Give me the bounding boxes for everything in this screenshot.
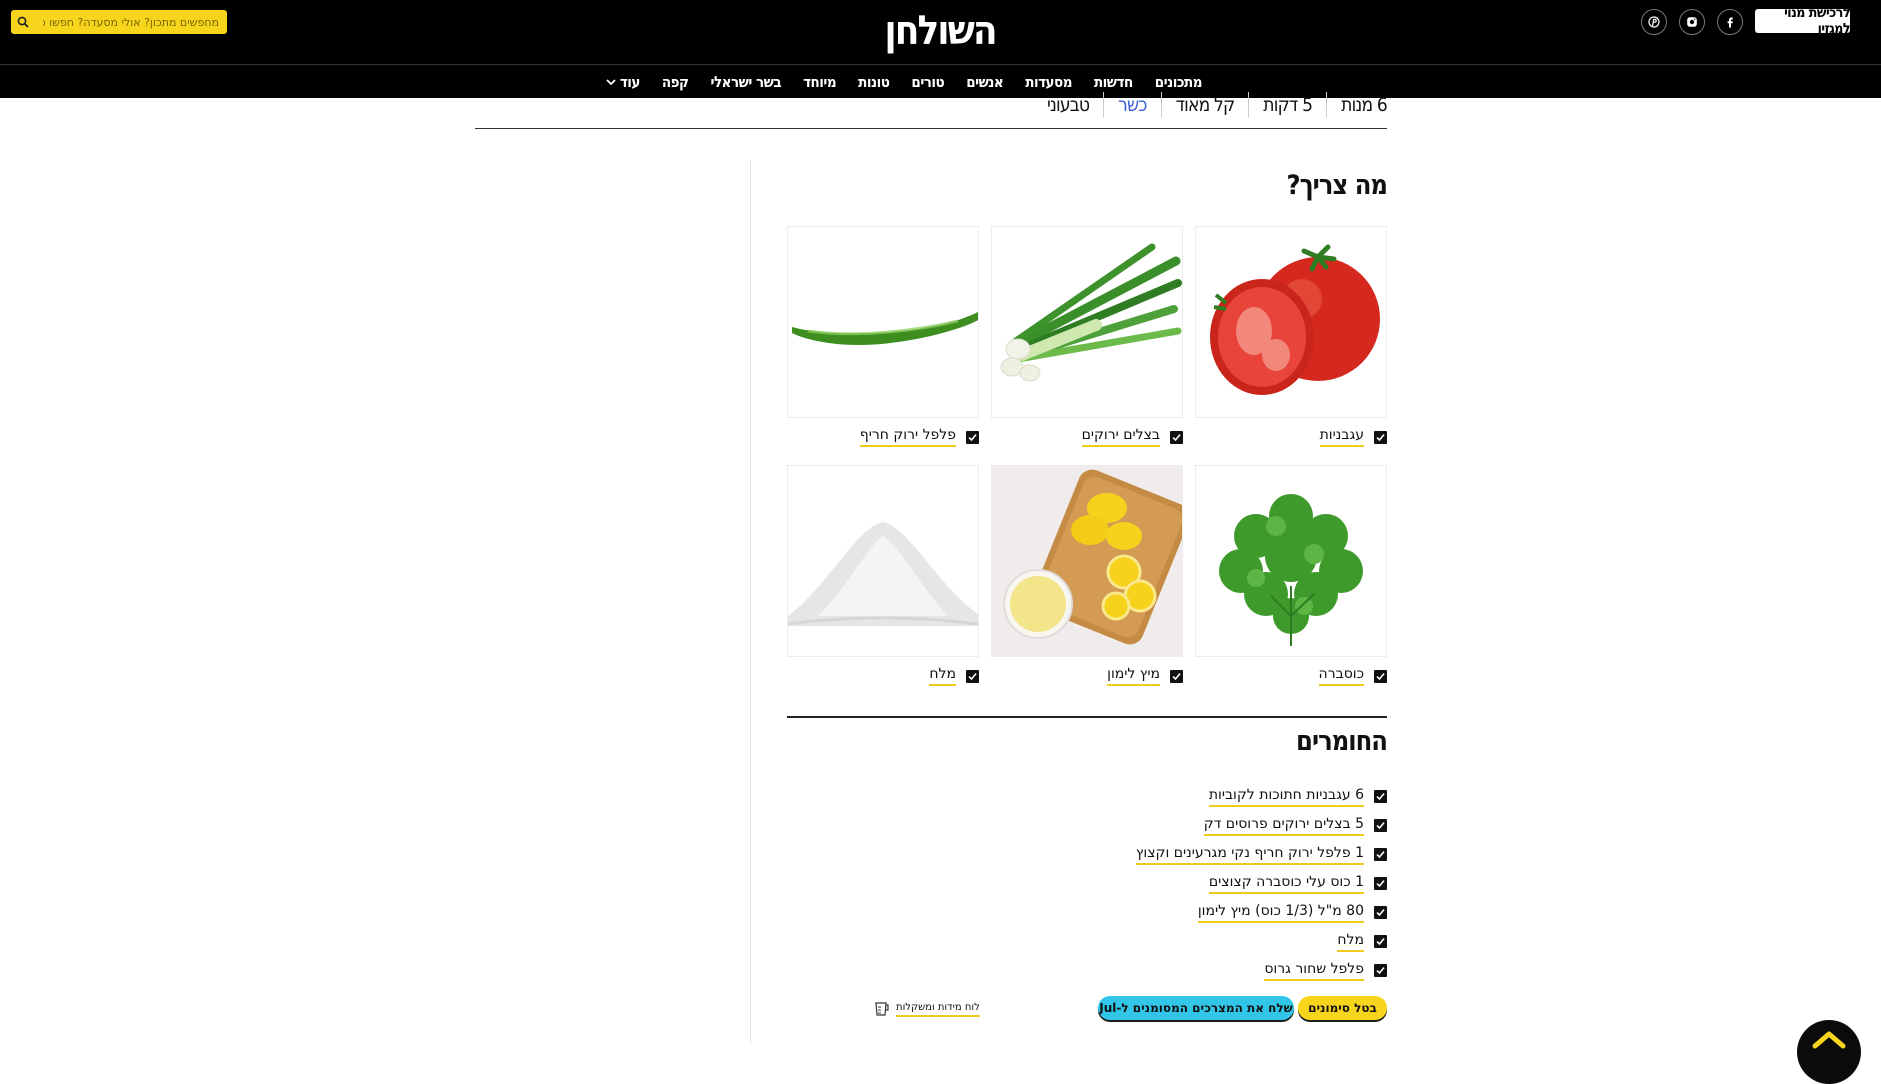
tomato-image [1195,226,1387,418]
list-item: 1 כוס עלי כוסברה קצוצים [1136,869,1387,898]
measuring-cup-icon [875,1002,889,1016]
tags-divider [475,128,1387,129]
search-input[interactable] [35,10,227,34]
ingredient-text[interactable]: 1 פלפל ירוק חריף נקי מגרעינים וקצוץ [1135,845,1364,865]
clear-selection-button[interactable]: בטל סימונים [1298,996,1387,1020]
checkbox-checked-icon[interactable] [966,430,979,444]
nav-item-coffee[interactable]: קפה [651,73,700,91]
pinterest-icon[interactable] [1641,9,1667,35]
ingredients-title: החומרים [1296,726,1388,757]
list-item: פלפל שחור גרוס [1136,956,1387,985]
nav-item-news[interactable]: חדשות [1083,73,1144,91]
tag-time[interactable]: 5 דקות [1248,92,1326,118]
measurements-label: לוח מידות ומשקלות [896,1002,980,1017]
lemon-juice-image [991,465,1183,657]
nav-item-people[interactable]: אנשים [955,73,1014,91]
tag-vegan[interactable]: טבעוני [1033,92,1103,118]
salt-image [787,465,979,657]
checkbox-checked-icon[interactable] [1374,877,1387,890]
scroll-to-top-button[interactable] [1797,1020,1861,1084]
ingredient-label: מלח [929,666,979,686]
ingredient-card-salt[interactable]: מלח [787,465,979,686]
ingredient-card-lemon-juice[interactable]: מיץ לימון [991,465,1183,686]
ingredient-text[interactable]: 6 עגבניות חתוכות לקוביות [1208,787,1364,807]
checkbox-checked-icon[interactable] [1170,669,1183,683]
nav-more-label: עוד [619,72,641,91]
measurements-link[interactable]: לוח מידות ומשקלות [872,1000,980,1018]
ingredient-card-tomatoes[interactable]: עגבניות [1195,226,1387,447]
sidebar-divider [750,160,751,1044]
list-item: 80 מ"ל (1/3 כוס) מיץ לימון [1136,898,1387,927]
checkbox-checked-icon[interactable] [1374,848,1387,861]
chevron-down-icon [606,78,616,85]
checkbox-checked-icon[interactable] [1374,819,1387,832]
recipe-tags: 6 מנות 5 דקות קל מאוד כשר טבעוני [1033,90,1388,120]
search-bar[interactable] [11,10,227,34]
ingredient-label: כוסברה [1318,666,1387,686]
subscribe-button[interactable]: לרכישת מנוי למגזין [1755,5,1851,37]
ingredient-link[interactable]: פלפל ירוק חריף [859,427,956,447]
ingredient-label: מיץ לימון [1107,666,1183,686]
ingredient-link[interactable]: עגבניות [1319,427,1364,447]
ingredient-text[interactable]: פלפל שחור גרוס [1264,961,1364,981]
nav-item-israeli-meat[interactable]: בשר ישראלי [700,73,793,91]
checkbox-checked-icon[interactable] [1374,964,1387,977]
main-nav: מתכונים חדשות מסעדות אנשים טורים טונות מ… [0,64,1881,98]
nav-item-tonot[interactable]: טונות [847,73,900,91]
list-item: 6 עגבניות חתוכות לקוביות [1136,782,1387,811]
checkbox-checked-icon[interactable] [1374,430,1387,444]
instagram-icon[interactable] [1679,9,1705,35]
top-header: השולחן לרכישת מנוי למגזין [0,0,1881,64]
ingredients-divider [787,716,1387,718]
checkbox-checked-icon[interactable] [1374,935,1387,948]
ingredient-label: בצלים ירוקים [1081,427,1183,447]
nav-item-restaurants[interactable]: מסעדות [1014,73,1083,91]
list-item: 5 בצלים ירוקים פרוסים דק [1136,811,1387,840]
facebook-icon[interactable] [1717,9,1743,35]
tag-servings[interactable]: 6 מנות [1326,92,1388,118]
cilantro-image [1195,465,1387,657]
ingredients-list: 6 עגבניות חתוכות לקוביות 5 בצלים ירוקים … [1135,782,1387,985]
list-item: מלח [1136,927,1387,956]
ingredient-link[interactable]: מיץ לימון [1107,666,1160,686]
nav-item-special[interactable]: מיוחד [792,73,847,91]
ingredient-card-chili[interactable]: פלפל ירוק חריף [787,226,979,447]
what-needed-title: מה צריך? [1286,170,1388,201]
ingredient-text[interactable]: 1 כוס עלי כוסברה קצוצים [1208,874,1364,894]
checkbox-checked-icon[interactable] [1170,430,1183,444]
ingredient-text[interactable]: 5 בצלים ירוקים פרוסים דק [1203,816,1364,836]
nav-item-more[interactable]: עוד [595,73,651,91]
ingredient-card-green-onions[interactable]: בצלים ירוקים [991,226,1183,447]
send-to-jul-button[interactable]: שלח את המצרכים המסומנים ל-Jul [1098,996,1294,1020]
search-icon[interactable] [11,10,35,34]
chevron-up-icon [1812,1031,1846,1049]
ingredient-link[interactable]: מלח [929,666,956,686]
tag-kosher[interactable]: כשר [1103,92,1160,118]
tag-difficulty[interactable]: קל מאוד [1160,92,1249,118]
site-logo[interactable]: השולחן [880,6,1000,56]
list-item: 1 פלפל ירוק חריף נקי מגרעינים וקצוץ [1135,840,1387,869]
ingredient-card-cilantro[interactable]: כוסברה [1195,465,1387,686]
ingredient-text[interactable]: 80 מ"ל (1/3 כוס) מיץ לימון [1197,903,1364,923]
checkbox-checked-icon[interactable] [1374,906,1387,919]
nav-item-recipes[interactable]: מתכונים [1144,73,1213,91]
ingredient-link[interactable]: בצלים ירוקים [1081,427,1160,447]
ingredient-label: פלפל ירוק חריף [859,427,979,447]
ingredient-label: עגבניות [1319,427,1387,447]
ingredient-link[interactable]: כוסברה [1318,666,1364,686]
checkbox-checked-icon[interactable] [966,669,979,683]
checkbox-checked-icon[interactable] [1374,669,1387,683]
nav-item-columns[interactable]: טורים [900,73,955,91]
checkbox-checked-icon[interactable] [1374,790,1387,803]
green-onion-image [991,226,1183,418]
green-chili-image [787,226,979,418]
ingredient-text[interactable]: מלח [1337,932,1364,952]
